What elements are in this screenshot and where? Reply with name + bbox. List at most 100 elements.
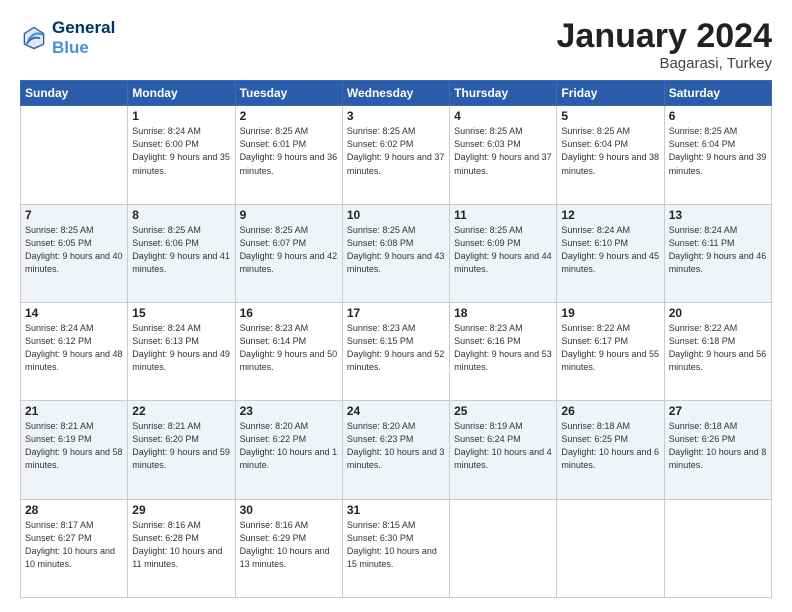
day-number: 11 [454, 208, 552, 222]
weekday-header: Sunday [21, 81, 128, 106]
calendar-cell: 2Sunrise: 8:25 AMSunset: 6:01 PMDaylight… [235, 106, 342, 204]
day-info: Sunrise: 8:18 AMSunset: 6:25 PMDaylight:… [561, 420, 659, 472]
calendar-week-row: 14 Sunrise: 8:24 AMSunset: 6:12 PMDayligh… [21, 303, 772, 401]
calendar-cell: 11 Sunrise: 8:25 AMSunset: 6:09 PMDayligh… [450, 204, 557, 302]
calendar-cell [21, 106, 128, 204]
day-info: Sunrise: 8:24 AMSunset: 6:11 PMDaylight:… [669, 224, 767, 276]
calendar-cell: 14 Sunrise: 8:24 AMSunset: 6:12 PMDayligh… [21, 303, 128, 401]
calendar-title: January 2024 [557, 18, 773, 55]
calendar-cell: 7 Sunrise: 8:25 AMSunset: 6:05 PMDaylight… [21, 204, 128, 302]
day-number: 9 [240, 208, 338, 222]
calendar-cell: 17 Sunrise: 8:23 AMSunset: 6:15 PMDayligh… [342, 303, 449, 401]
day-number: 8 [132, 208, 230, 222]
weekday-header: Friday [557, 81, 664, 106]
day-number: 5 [561, 109, 659, 123]
calendar-week-row: 7 Sunrise: 8:25 AMSunset: 6:05 PMDaylight… [21, 204, 772, 302]
calendar-cell: 6 Sunrise: 8:25 AMSunset: 6:04 PMDaylight… [664, 106, 771, 204]
calendar-cell: 28Sunrise: 8:17 AMSunset: 6:27 PMDayligh… [21, 499, 128, 597]
day-info: Sunrise: 8:20 AMSunset: 6:22 PMDaylight:… [240, 420, 338, 472]
weekday-header-row: SundayMondayTuesdayWednesdayThursdayFrid… [21, 81, 772, 106]
day-number: 10 [347, 208, 445, 222]
logo: General Blue [20, 18, 115, 57]
calendar-cell [557, 499, 664, 597]
day-info: Sunrise: 8:25 AMSunset: 6:04 PMDaylight:… [561, 125, 659, 177]
calendar-cell: 13 Sunrise: 8:24 AMSunset: 6:11 PMDayligh… [664, 204, 771, 302]
day-info: Sunrise: 8:25 AMSunset: 6:06 PMDaylight:… [132, 224, 230, 276]
weekday-header: Tuesday [235, 81, 342, 106]
day-info: Sunrise: 8:15 AMSunset: 6:30 PMDaylight:… [347, 519, 445, 571]
calendar-cell: 19 Sunrise: 8:22 AMSunset: 6:17 PMDayligh… [557, 303, 664, 401]
calendar-page: General Blue January 2024 Bagarasi, Turk… [0, 0, 792, 612]
day-number: 31 [347, 503, 445, 517]
calendar-cell: 12 Sunrise: 8:24 AMSunset: 6:10 PMDayligh… [557, 204, 664, 302]
calendar-cell: 8 Sunrise: 8:25 AMSunset: 6:06 PMDaylight… [128, 204, 235, 302]
day-number: 12 [561, 208, 659, 222]
weekday-header: Monday [128, 81, 235, 106]
calendar-subtitle: Bagarasi, Turkey [557, 55, 773, 72]
weekday-header: Wednesday [342, 81, 449, 106]
day-number: 6 [669, 109, 767, 123]
day-number: 7 [25, 208, 123, 222]
calendar-week-row: 21Sunrise: 8:21 AMSunset: 6:19 PMDayligh… [21, 401, 772, 499]
day-info: Sunrise: 8:25 AMSunset: 6:02 PMDaylight:… [347, 125, 445, 177]
day-number: 23 [240, 404, 338, 418]
day-number: 13 [669, 208, 767, 222]
calendar-cell [450, 499, 557, 597]
day-number: 27 [669, 404, 767, 418]
day-info: Sunrise: 8:23 AMSunset: 6:16 PMDaylight:… [454, 322, 552, 374]
calendar-cell: 22Sunrise: 8:21 AMSunset: 6:20 PMDayligh… [128, 401, 235, 499]
day-number: 16 [240, 306, 338, 320]
day-number: 24 [347, 404, 445, 418]
calendar-cell [664, 499, 771, 597]
calendar-cell: 23 Sunrise: 8:20 AMSunset: 6:22 PMDayligh… [235, 401, 342, 499]
day-number: 1 [132, 109, 230, 123]
day-info: Sunrise: 8:25 AMSunset: 6:05 PMDaylight:… [25, 224, 123, 276]
day-info: Sunrise: 8:16 AMSunset: 6:28 PMDaylight:… [132, 519, 230, 571]
day-number: 25 [454, 404, 552, 418]
day-number: 19 [561, 306, 659, 320]
day-info: Sunrise: 8:20 AMSunset: 6:23 PMDaylight:… [347, 420, 445, 472]
day-info: Sunrise: 8:24 AMSunset: 6:12 PMDaylight:… [25, 322, 123, 374]
weekday-header: Thursday [450, 81, 557, 106]
day-number: 15 [132, 306, 230, 320]
calendar-cell: 26Sunrise: 8:18 AMSunset: 6:25 PMDayligh… [557, 401, 664, 499]
day-info: Sunrise: 8:25 AMSunset: 6:07 PMDaylight:… [240, 224, 338, 276]
day-info: Sunrise: 8:24 AMSunset: 6:10 PMDaylight:… [561, 224, 659, 276]
calendar-week-row: 1 Sunrise: 8:24 AMSunset: 6:00 PMDaylight… [21, 106, 772, 204]
day-number: 20 [669, 306, 767, 320]
day-info: Sunrise: 8:23 AMSunset: 6:15 PMDaylight:… [347, 322, 445, 374]
calendar-cell: 16Sunrise: 8:23 AMSunset: 6:14 PMDayligh… [235, 303, 342, 401]
day-number: 30 [240, 503, 338, 517]
calendar-table: SundayMondayTuesdayWednesdayThursdayFrid… [20, 80, 772, 598]
day-number: 4 [454, 109, 552, 123]
day-number: 17 [347, 306, 445, 320]
calendar-cell: 29Sunrise: 8:16 AMSunset: 6:28 PMDayligh… [128, 499, 235, 597]
day-info: Sunrise: 8:25 AMSunset: 6:04 PMDaylight:… [669, 125, 767, 177]
title-block: January 2024 Bagarasi, Turkey [557, 18, 773, 72]
day-info: Sunrise: 8:25 AMSunset: 6:08 PMDaylight:… [347, 224, 445, 276]
calendar-cell: 25 Sunrise: 8:19 AMSunset: 6:24 PMDayligh… [450, 401, 557, 499]
day-info: Sunrise: 8:24 AMSunset: 6:00 PMDaylight:… [132, 125, 230, 177]
day-info: Sunrise: 8:24 AMSunset: 6:13 PMDaylight:… [132, 322, 230, 374]
day-number: 3 [347, 109, 445, 123]
weekday-header: Saturday [664, 81, 771, 106]
day-number: 28 [25, 503, 123, 517]
calendar-cell: 30 Sunrise: 8:16 AMSunset: 6:29 PMDayligh… [235, 499, 342, 597]
calendar-cell: 5 Sunrise: 8:25 AMSunset: 6:04 PMDaylight… [557, 106, 664, 204]
day-info: Sunrise: 8:19 AMSunset: 6:24 PMDaylight:… [454, 420, 552, 472]
day-info: Sunrise: 8:21 AMSunset: 6:19 PMDaylight:… [25, 420, 123, 472]
logo-text: General Blue [52, 18, 115, 57]
calendar-cell: 1 Sunrise: 8:24 AMSunset: 6:00 PMDaylight… [128, 106, 235, 204]
day-info: Sunrise: 8:22 AMSunset: 6:17 PMDaylight:… [561, 322, 659, 374]
day-info: Sunrise: 8:25 AMSunset: 6:09 PMDaylight:… [454, 224, 552, 276]
calendar-cell: 9 Sunrise: 8:25 AMSunset: 6:07 PMDaylight… [235, 204, 342, 302]
day-info: Sunrise: 8:16 AMSunset: 6:29 PMDaylight:… [240, 519, 338, 571]
calendar-week-row: 28Sunrise: 8:17 AMSunset: 6:27 PMDayligh… [21, 499, 772, 597]
day-info: Sunrise: 8:18 AMSunset: 6:26 PMDaylight:… [669, 420, 767, 472]
day-number: 18 [454, 306, 552, 320]
calendar-cell: 4Sunrise: 8:25 AMSunset: 6:03 PMDaylight… [450, 106, 557, 204]
calendar-cell: 31 Sunrise: 8:15 AMSunset: 6:30 PMDayligh… [342, 499, 449, 597]
day-number: 14 [25, 306, 123, 320]
calendar-cell: 27 Sunrise: 8:18 AMSunset: 6:26 PMDayligh… [664, 401, 771, 499]
day-number: 22 [132, 404, 230, 418]
